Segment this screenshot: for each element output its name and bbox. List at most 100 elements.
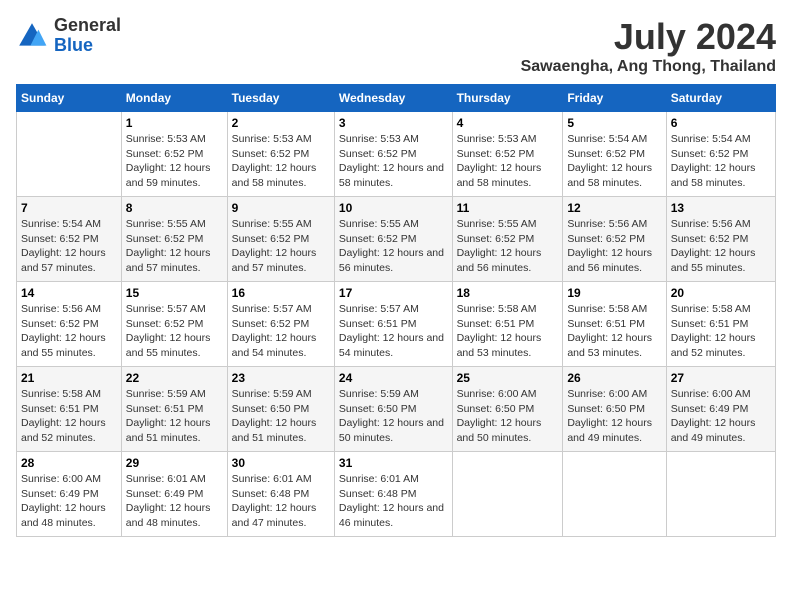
cell-content: Sunrise: 5:55 AMSunset: 6:52 PMDaylight:… (457, 217, 559, 276)
calendar-cell: 27 Sunrise: 6:00 AMSunset: 6:49 PMDayligh… (666, 367, 775, 452)
cell-content: Sunrise: 5:58 AMSunset: 6:51 PMDaylight:… (21, 387, 117, 446)
cell-content: Sunrise: 5:53 AMSunset: 6:52 PMDaylight:… (339, 132, 448, 191)
title-area: July 2024 Sawaengha, Ang Thong, Thailand (521, 16, 776, 76)
cell-content: Sunrise: 6:00 AMSunset: 6:49 PMDaylight:… (671, 387, 771, 446)
header-cell-monday: Monday (121, 85, 227, 112)
cell-content: Sunrise: 5:58 AMSunset: 6:51 PMDaylight:… (671, 302, 771, 361)
day-number: 29 (126, 456, 223, 470)
calendar-cell: 1 Sunrise: 5:53 AMSunset: 6:52 PMDaylight… (121, 112, 227, 197)
week-row: 14 Sunrise: 5:56 AMSunset: 6:52 PMDayligh… (17, 282, 776, 367)
calendar-cell: 25Sunrise: 6:00 AMSunset: 6:50 PMDayligh… (452, 367, 563, 452)
cell-content: Sunrise: 5:55 AMSunset: 6:52 PMDaylight:… (126, 217, 223, 276)
week-row: 1 Sunrise: 5:53 AMSunset: 6:52 PMDaylight… (17, 112, 776, 197)
cell-content: Sunrise: 5:54 AMSunset: 6:52 PMDaylight:… (567, 132, 661, 191)
cell-content: Sunrise: 5:55 AMSunset: 6:52 PMDaylight:… (339, 217, 448, 276)
day-number: 21 (21, 371, 117, 385)
calendar-cell: 11Sunrise: 5:55 AMSunset: 6:52 PMDayligh… (452, 197, 563, 282)
calendar-cell: 23 Sunrise: 5:59 AMSunset: 6:50 PMDayligh… (227, 367, 334, 452)
logo-icon (16, 20, 48, 52)
calendar-cell: 12 Sunrise: 5:56 AMSunset: 6:52 PMDayligh… (563, 197, 666, 282)
calendar-cell: 13 Sunrise: 5:56 AMSunset: 6:52 PMDayligh… (666, 197, 775, 282)
calendar-cell (452, 452, 563, 537)
calendar-cell: 19 Sunrise: 5:58 AMSunset: 6:51 PMDayligh… (563, 282, 666, 367)
calendar-cell: 2Sunrise: 5:53 AMSunset: 6:52 PMDaylight… (227, 112, 334, 197)
day-number: 30 (232, 456, 330, 470)
cell-content: Sunrise: 5:56 AMSunset: 6:52 PMDaylight:… (567, 217, 661, 276)
calendar-cell: 28 Sunrise: 6:00 AMSunset: 6:49 PMDayligh… (17, 452, 122, 537)
calendar-body: 1 Sunrise: 5:53 AMSunset: 6:52 PMDaylight… (17, 112, 776, 537)
week-row: 28 Sunrise: 6:00 AMSunset: 6:49 PMDayligh… (17, 452, 776, 537)
cell-content: Sunrise: 5:54 AMSunset: 6:52 PMDaylight:… (671, 132, 771, 191)
calendar-cell (17, 112, 122, 197)
calendar-cell: 20 Sunrise: 5:58 AMSunset: 6:51 PMDayligh… (666, 282, 775, 367)
day-number: 12 (567, 201, 661, 215)
cell-content: Sunrise: 5:58 AMSunset: 6:51 PMDaylight:… (567, 302, 661, 361)
cell-content: Sunrise: 5:55 AMSunset: 6:52 PMDaylight:… (232, 217, 330, 276)
logo: General Blue (16, 16, 121, 56)
cell-content: Sunrise: 6:01 AMSunset: 6:48 PMDaylight:… (339, 472, 448, 531)
calendar-cell: 4Sunrise: 5:53 AMSunset: 6:52 PMDaylight… (452, 112, 563, 197)
calendar-cell: 16Sunrise: 5:57 AMSunset: 6:52 PMDayligh… (227, 282, 334, 367)
day-number: 13 (671, 201, 771, 215)
calendar-cell: 31 Sunrise: 6:01 AMSunset: 6:48 PMDayligh… (334, 452, 452, 537)
calendar-cell: 29 Sunrise: 6:01 AMSunset: 6:49 PMDayligh… (121, 452, 227, 537)
calendar-cell: 22 Sunrise: 5:59 AMSunset: 6:51 PMDayligh… (121, 367, 227, 452)
day-number: 1 (126, 116, 223, 130)
cell-content: Sunrise: 5:59 AMSunset: 6:50 PMDaylight:… (339, 387, 448, 446)
calendar-cell: 9Sunrise: 5:55 AMSunset: 6:52 PMDaylight… (227, 197, 334, 282)
cell-content: Sunrise: 5:57 AMSunset: 6:52 PMDaylight:… (232, 302, 330, 361)
location-subtitle: Sawaengha, Ang Thong, Thailand (521, 58, 776, 76)
calendar-cell: 21 Sunrise: 5:58 AMSunset: 6:51 PMDayligh… (17, 367, 122, 452)
calendar-cell: 30Sunrise: 6:01 AMSunset: 6:48 PMDayligh… (227, 452, 334, 537)
day-number: 17 (339, 286, 448, 300)
cell-content: Sunrise: 5:59 AMSunset: 6:50 PMDaylight:… (232, 387, 330, 446)
cell-content: Sunrise: 5:53 AMSunset: 6:52 PMDaylight:… (126, 132, 223, 191)
day-number: 20 (671, 286, 771, 300)
calendar-cell: 8Sunrise: 5:55 AMSunset: 6:52 PMDaylight… (121, 197, 227, 282)
header-row: SundayMondayTuesdayWednesdayThursdayFrid… (17, 85, 776, 112)
calendar-cell: 14 Sunrise: 5:56 AMSunset: 6:52 PMDayligh… (17, 282, 122, 367)
calendar-cell: 10 Sunrise: 5:55 AMSunset: 6:52 PMDayligh… (334, 197, 452, 282)
header-cell-thursday: Thursday (452, 85, 563, 112)
calendar-cell: 15 Sunrise: 5:57 AMSunset: 6:52 PMDayligh… (121, 282, 227, 367)
cell-content: Sunrise: 5:57 AMSunset: 6:52 PMDaylight:… (126, 302, 223, 361)
calendar-cell (563, 452, 666, 537)
day-number: 22 (126, 371, 223, 385)
cell-content: Sunrise: 5:56 AMSunset: 6:52 PMDaylight:… (671, 217, 771, 276)
cell-content: Sunrise: 6:00 AMSunset: 6:49 PMDaylight:… (21, 472, 117, 531)
header-cell-sunday: Sunday (17, 85, 122, 112)
day-number: 19 (567, 286, 661, 300)
day-number: 14 (21, 286, 117, 300)
header-cell-saturday: Saturday (666, 85, 775, 112)
logo-text: General Blue (54, 16, 121, 56)
day-number: 5 (567, 116, 661, 130)
calendar-table: SundayMondayTuesdayWednesdayThursdayFrid… (16, 84, 776, 537)
calendar-cell: 7Sunrise: 5:54 AMSunset: 6:52 PMDaylight… (17, 197, 122, 282)
day-number: 3 (339, 116, 448, 130)
cell-content: Sunrise: 5:56 AMSunset: 6:52 PMDaylight:… (21, 302, 117, 361)
calendar-cell: 18Sunrise: 5:58 AMSunset: 6:51 PMDayligh… (452, 282, 563, 367)
week-row: 21 Sunrise: 5:58 AMSunset: 6:51 PMDayligh… (17, 367, 776, 452)
header: General Blue July 2024 Sawaengha, Ang Th… (16, 16, 776, 76)
calendar-cell: 3 Sunrise: 5:53 AMSunset: 6:52 PMDaylight… (334, 112, 452, 197)
cell-content: Sunrise: 6:00 AMSunset: 6:50 PMDaylight:… (457, 387, 559, 446)
day-number: 28 (21, 456, 117, 470)
cell-content: Sunrise: 5:53 AMSunset: 6:52 PMDaylight:… (232, 132, 330, 191)
calendar-header: SundayMondayTuesdayWednesdayThursdayFrid… (17, 85, 776, 112)
cell-content: Sunrise: 5:58 AMSunset: 6:51 PMDaylight:… (457, 302, 559, 361)
day-number: 24 (339, 371, 448, 385)
day-number: 10 (339, 201, 448, 215)
calendar-cell: 17Sunrise: 5:57 AMSunset: 6:51 PMDayligh… (334, 282, 452, 367)
day-number: 31 (339, 456, 448, 470)
cell-content: Sunrise: 5:59 AMSunset: 6:51 PMDaylight:… (126, 387, 223, 446)
day-number: 7 (21, 201, 117, 215)
day-number: 15 (126, 286, 223, 300)
month-title: July 2024 (521, 16, 776, 58)
header-cell-wednesday: Wednesday (334, 85, 452, 112)
header-cell-tuesday: Tuesday (227, 85, 334, 112)
calendar-cell: 6 Sunrise: 5:54 AMSunset: 6:52 PMDaylight… (666, 112, 775, 197)
cell-content: Sunrise: 6:01 AMSunset: 6:49 PMDaylight:… (126, 472, 223, 531)
day-number: 27 (671, 371, 771, 385)
day-number: 6 (671, 116, 771, 130)
day-number: 23 (232, 371, 330, 385)
